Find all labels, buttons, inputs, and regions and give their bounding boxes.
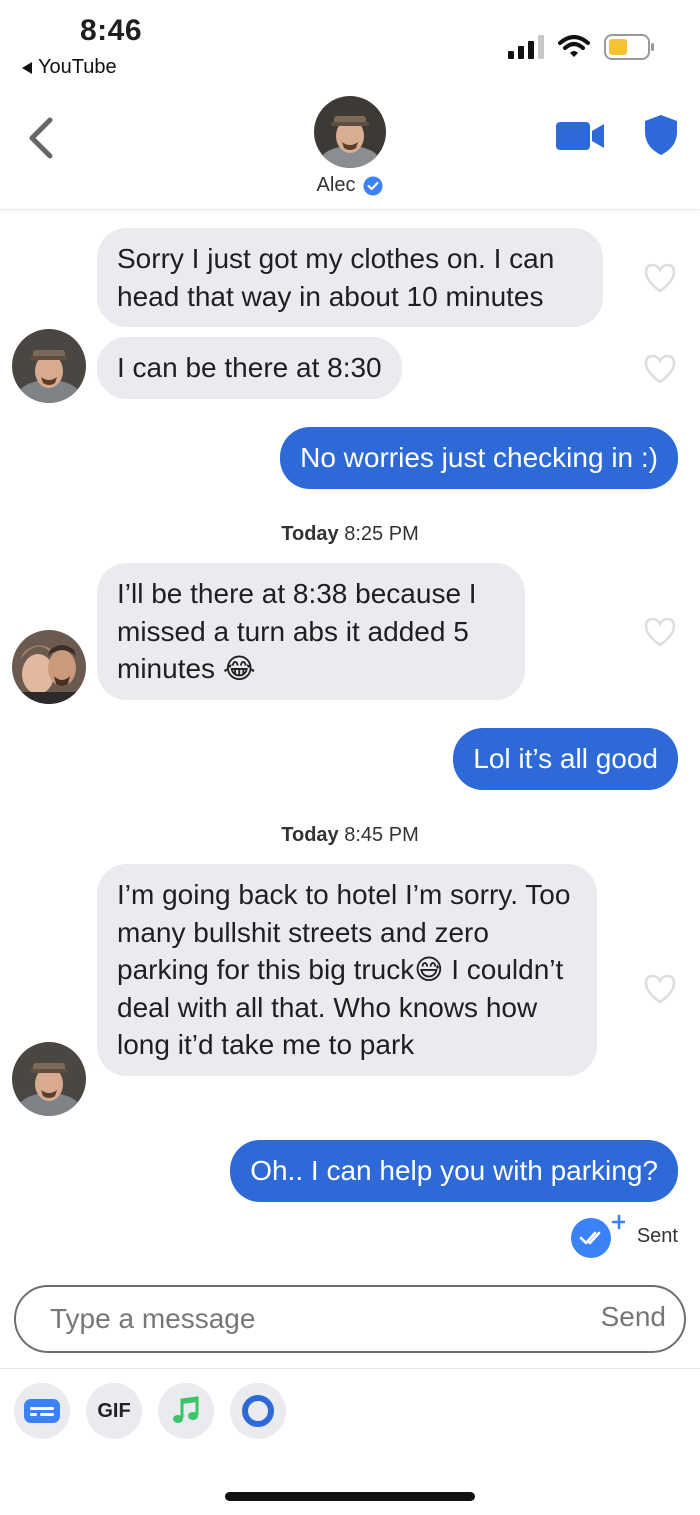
timestamp-time: 8:45 PM <box>344 824 419 846</box>
chat-header: Alec <box>0 88 700 210</box>
timestamp-time: 8:25 PM <box>344 523 419 545</box>
back-chevron-icon[interactable] <box>26 116 54 160</box>
contact-name: Alec <box>316 174 356 196</box>
timestamp-divider: Today 8:25 PM <box>0 523 700 546</box>
swipe-night-button[interactable] <box>230 1383 286 1439</box>
video-call-icon[interactable] <box>556 120 606 152</box>
gif-button[interactable]: GIF <box>86 1383 142 1439</box>
sent-label: Sent <box>636 1224 678 1247</box>
composer-toolbar: GIF <box>14 1383 286 1439</box>
back-to-app-link[interactable]: YouTube <box>22 56 117 79</box>
read-receipt-icon[interactable] <box>569 1214 625 1258</box>
composer-divider <box>0 1368 700 1369</box>
contact-name-row[interactable]: Alec <box>0 174 700 197</box>
status-time: 8:46 <box>80 14 143 47</box>
incoming-message-bubble[interactable]: Sorry I just got my clothes on. I can he… <box>97 228 603 327</box>
outgoing-message-bubble[interactable]: Lol it’s all good <box>453 728 678 790</box>
profile-avatar[interactable] <box>314 96 386 168</box>
sent-status: Sent <box>569 1214 678 1258</box>
bio-card-button[interactable] <box>14 1383 70 1439</box>
incoming-message-bubble[interactable]: I can be there at 8:30 <box>97 337 402 399</box>
sender-avatar[interactable] <box>12 1042 86 1116</box>
timestamp-day: Today <box>281 824 339 846</box>
outgoing-message-bubble[interactable]: Oh.. I can help you with parking? <box>230 1140 678 1202</box>
battery-icon <box>604 34 654 60</box>
home-indicator[interactable] <box>225 1492 475 1501</box>
sender-avatar[interactable] <box>12 630 86 704</box>
safety-shield-icon[interactable] <box>643 114 679 156</box>
music-button[interactable] <box>158 1383 214 1439</box>
message-input[interactable] <box>50 1297 550 1341</box>
message-composer: Send <box>14 1285 686 1353</box>
music-note-icon <box>173 1396 199 1423</box>
send-button[interactable]: Send <box>601 1301 666 1333</box>
back-app-label: YouTube <box>38 56 117 78</box>
incoming-message-bubble[interactable]: I’ll be there at 8:38 because I missed a… <box>97 563 525 700</box>
card-icon <box>24 1399 60 1423</box>
cellular-signal-icon <box>508 35 544 59</box>
like-heart-icon[interactable] <box>643 353 677 385</box>
ring-icon <box>242 1395 274 1427</box>
like-heart-icon[interactable] <box>643 973 677 1005</box>
like-heart-icon[interactable] <box>643 262 677 294</box>
like-heart-icon[interactable] <box>643 616 677 648</box>
timestamp-day: Today <box>281 523 339 545</box>
sender-avatar[interactable] <box>12 329 86 403</box>
back-triangle-icon <box>22 61 32 74</box>
timestamp-divider: Today 8:45 PM <box>0 824 700 847</box>
gif-label: GIF <box>97 1399 131 1422</box>
system-icons <box>508 34 656 60</box>
verified-badge-icon <box>363 176 383 195</box>
wifi-icon <box>558 35 590 57</box>
outgoing-message-bubble[interactable]: No worries just checking in :) <box>280 427 678 489</box>
incoming-message-bubble[interactable]: I’m going back to hotel I’m sorry. Too m… <box>97 864 597 1076</box>
